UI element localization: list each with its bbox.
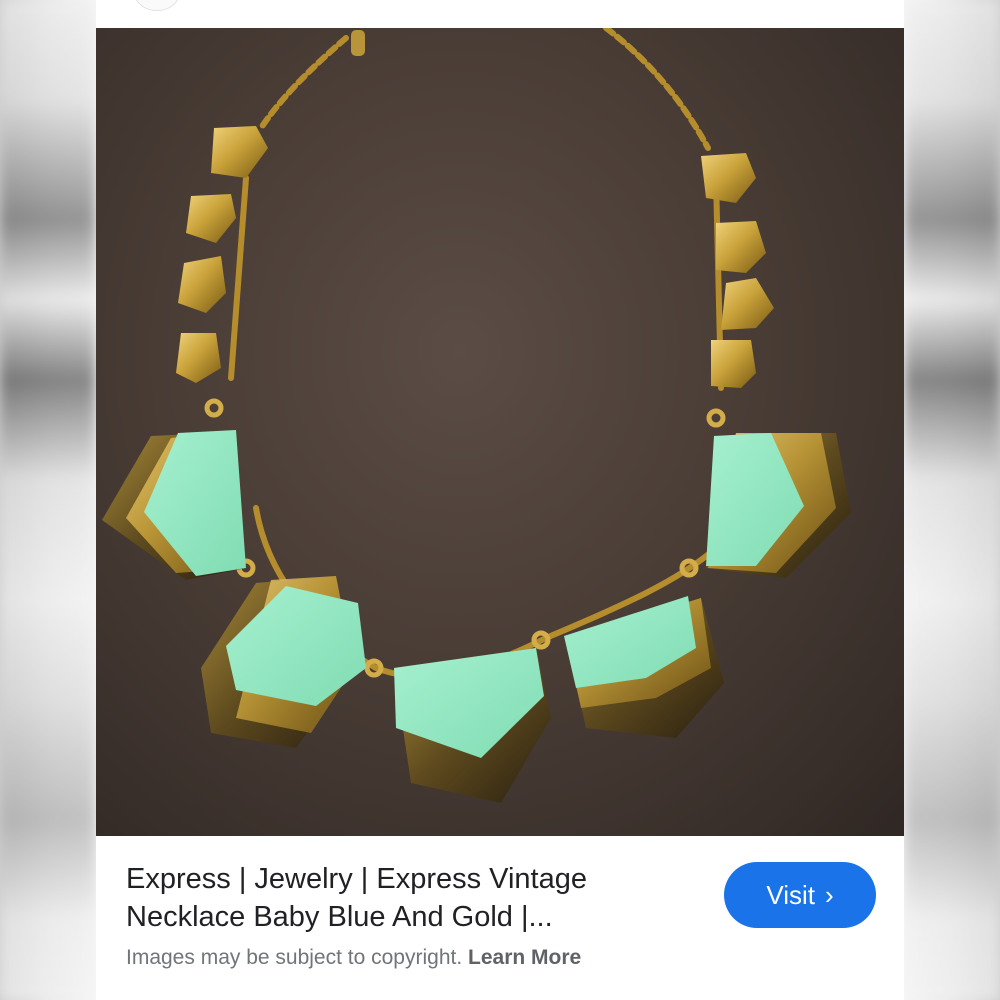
clasp-tag xyxy=(351,30,365,56)
pendant-mid-left xyxy=(201,576,366,748)
pendant-center xyxy=(394,648,551,803)
small-gold-pendants-left xyxy=(176,126,268,383)
visit-button-label: Visit xyxy=(766,879,815,910)
small-gold-pendants-right xyxy=(701,153,774,388)
result-title-line-1: Express | Jewelry | Express Vintage xyxy=(126,863,587,895)
result-info-panel: Express | Jewelry | Express Vintage Neck… xyxy=(96,836,904,1000)
product-image[interactable] xyxy=(96,28,904,836)
necklace-illustration xyxy=(102,28,851,803)
avatar xyxy=(132,0,182,11)
result-title-line-2: Necklace Baby Blue And Gold |... xyxy=(126,901,553,933)
blurred-background-left xyxy=(0,0,96,1000)
copyright-notice: Images may be subject to copyright. Lear… xyxy=(126,946,581,970)
chevron-right-icon: › xyxy=(824,880,834,910)
pendant-left xyxy=(102,430,246,580)
visit-button[interactable]: Visit › xyxy=(724,862,876,928)
copyright-text: Images may be subject to copyright. xyxy=(126,946,463,969)
blurred-background-right xyxy=(904,0,1000,1000)
image-result-card: Express | Jewelry | Express Vintage Neck… xyxy=(96,0,904,1000)
pendant-right xyxy=(706,433,851,578)
learn-more-link[interactable]: Learn More xyxy=(468,946,581,969)
result-title[interactable]: Express | Jewelry | Express Vintage Neck… xyxy=(126,860,646,936)
top-bar xyxy=(96,0,904,28)
